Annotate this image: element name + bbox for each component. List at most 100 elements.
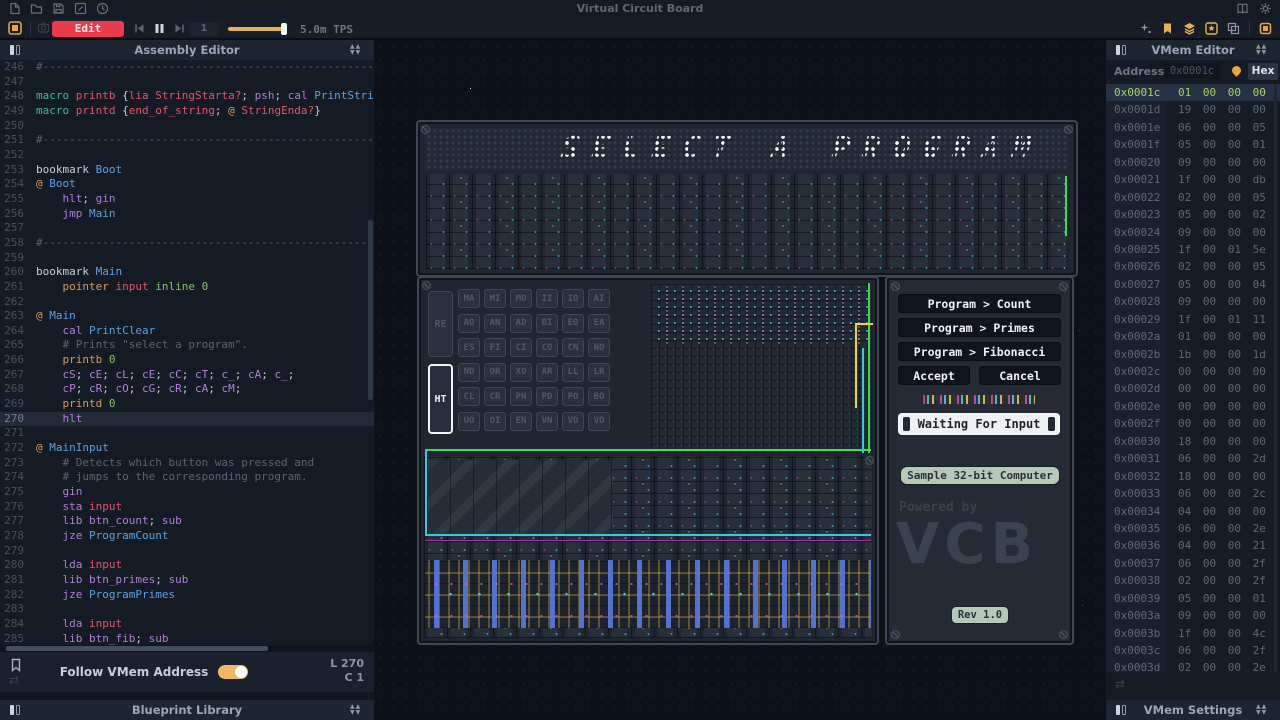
vmem-row[interactable]: 0x0002c00 00 00 00 bbox=[1106, 363, 1280, 380]
code-line[interactable]: 260bookmark Main bbox=[0, 265, 374, 280]
vmem-row[interactable]: 0x0003218 00 00 00 bbox=[1106, 468, 1280, 485]
cpu-board[interactable]: RE HT MAMIMOIIIOAIAOANADBIEOEAESFICICOCN… bbox=[417, 276, 879, 645]
code-line[interactable]: 259 bbox=[0, 251, 374, 266]
decoder-cell-po[interactable]: PO bbox=[562, 387, 584, 406]
blueprint-library-header[interactable]: Blueprint Library ▲▲▼▼ bbox=[0, 700, 374, 720]
decoder-cell-io[interactable]: IO bbox=[562, 289, 584, 308]
program-button-1[interactable]: Program > Count bbox=[898, 294, 1061, 313]
edit-file-icon[interactable] bbox=[74, 2, 87, 15]
decoder-cell-ii[interactable]: II bbox=[536, 289, 558, 308]
step-count-input[interactable]: 1 bbox=[190, 22, 218, 36]
code-line[interactable]: 275 gin bbox=[0, 485, 374, 500]
vmem-row[interactable]: 0x0003604 00 00 21 bbox=[1106, 537, 1280, 554]
vmem-row[interactable]: 0x0003506 00 00 2e bbox=[1106, 520, 1280, 537]
follow-vmem-toggle[interactable] bbox=[218, 665, 248, 679]
vmem-settings-header[interactable]: VMem Settings ▲▲▼▼ bbox=[1106, 700, 1280, 720]
favorites-icon[interactable] bbox=[1205, 22, 1218, 35]
decoder-cell-mi[interactable]: MI bbox=[484, 289, 506, 308]
vmem-row[interactable]: 0x0002602 00 00 05 bbox=[1106, 258, 1280, 275]
decoder-cell-vn[interactable]: VN bbox=[536, 412, 558, 431]
code-line[interactable]: 253bookmark Boot bbox=[0, 163, 374, 178]
ht-cell-active[interactable]: HT bbox=[428, 364, 453, 434]
decoder-cell-an[interactable]: AN bbox=[484, 314, 506, 333]
vmem-row[interactable]: 0x0003c06 00 00 2f bbox=[1106, 642, 1280, 659]
program-button-3[interactable]: Program > Fibonacci bbox=[898, 342, 1061, 361]
code-line[interactable]: 283 bbox=[0, 602, 374, 617]
pin-icon[interactable] bbox=[1230, 64, 1243, 77]
decoder-cell-ad[interactable]: AD bbox=[510, 314, 532, 333]
save-icon[interactable] bbox=[52, 2, 65, 15]
edit-mode-button[interactable]: Edit bbox=[52, 21, 124, 37]
hex-toggle-button[interactable]: Hex bbox=[1248, 63, 1278, 80]
resize-panel-icon[interactable]: ▲▲▼▼ bbox=[350, 704, 364, 716]
code-line[interactable]: 279 bbox=[0, 544, 374, 559]
vmem-row[interactable]: 0x0003404 00 00 00 bbox=[1106, 503, 1280, 520]
resize-panel-icon[interactable]: ▲▲▼▼ bbox=[350, 44, 364, 56]
code-line[interactable]: 278 jze ProgramCount bbox=[0, 529, 374, 544]
code-line[interactable]: 263@ Main bbox=[0, 309, 374, 324]
tps-slider[interactable] bbox=[228, 27, 286, 31]
code-line[interactable]: 251#------------------------------------… bbox=[0, 133, 374, 148]
color-swatch-icon[interactable] bbox=[1259, 22, 1272, 35]
code-line[interactable]: 262 bbox=[0, 295, 374, 310]
vmem-row[interactable]: 0x0002e00 00 00 00 bbox=[1106, 398, 1280, 415]
decoder-cell-es[interactable]: ES bbox=[458, 338, 480, 357]
code-line[interactable]: 271 bbox=[0, 426, 374, 441]
decoder-cell-ll[interactable]: LL bbox=[562, 363, 584, 382]
decoder-cell-cn[interactable]: CN bbox=[562, 338, 584, 357]
code-line[interactable]: 255 hlt; gin bbox=[0, 192, 374, 207]
code-line[interactable]: 264 cal PrintClear bbox=[0, 324, 374, 339]
code-line[interactable]: 285 lib btn_fib; sub bbox=[0, 632, 374, 646]
swap-arrows-icon[interactable]: ⇄ bbox=[1115, 678, 1125, 690]
address-input[interactable] bbox=[1164, 63, 1220, 79]
decoder-cell-eo[interactable]: EO bbox=[562, 314, 584, 333]
vmem-row[interactable]: 0x0003802 00 00 2f bbox=[1106, 572, 1280, 589]
code-line[interactable]: 269 printd 0 bbox=[0, 397, 374, 412]
vmem-row[interactable]: 0x0001e06 00 00 05 bbox=[1106, 119, 1280, 136]
step-back-icon[interactable] bbox=[133, 22, 146, 35]
vmem-scrollbar[interactable] bbox=[1274, 84, 1277, 672]
decoder-cell-cr[interactable]: CR bbox=[484, 387, 506, 406]
program-button-2[interactable]: Program > Primes bbox=[898, 318, 1061, 337]
decoder-cell-pn[interactable]: PN bbox=[510, 387, 532, 406]
code-line[interactable]: 272@ MainInput bbox=[0, 441, 374, 456]
new-file-icon[interactable] bbox=[8, 2, 21, 15]
decoder-cell-ci[interactable]: CI bbox=[510, 338, 532, 357]
vmem-row[interactable]: 0x000291f 00 01 11 bbox=[1106, 311, 1280, 328]
code-line[interactable]: 280 lda input bbox=[0, 558, 374, 573]
decoder-cell-cl[interactable]: CL bbox=[458, 387, 480, 406]
decoder-cell-ar[interactable]: AR bbox=[536, 363, 558, 382]
vmem-row[interactable]: 0x0003d02 00 00 2e bbox=[1106, 659, 1280, 672]
decoder-cell-ma[interactable]: MA bbox=[458, 289, 480, 308]
vcb-logo-icon[interactable] bbox=[8, 21, 22, 35]
code-line[interactable]: 282 jze ProgramPrimes bbox=[0, 588, 374, 603]
bookmarks-icon[interactable] bbox=[1161, 22, 1174, 35]
vmem-row[interactable]: 0x0003b1f 00 00 4c bbox=[1106, 625, 1280, 642]
code-line[interactable]: 250 bbox=[0, 119, 374, 134]
open-folder-icon[interactable] bbox=[30, 2, 43, 15]
vmem-row[interactable]: 0x0001f05 00 00 01 bbox=[1106, 136, 1280, 153]
vmem-row[interactable]: 0x0002305 00 00 02 bbox=[1106, 206, 1280, 223]
decoder-cell-en[interactable]: EN bbox=[510, 412, 532, 431]
decoder-cell-pd[interactable]: PD bbox=[536, 387, 558, 406]
decoder-cell-oi[interactable]: OI bbox=[484, 412, 506, 431]
book-icon[interactable] bbox=[1236, 2, 1249, 15]
code-vertical-scrollbar[interactable] bbox=[368, 220, 373, 400]
vmem-row[interactable]: 0x0002a01 00 00 00 bbox=[1106, 328, 1280, 345]
vmem-row[interactable]: 0x0001d19 00 00 00 bbox=[1106, 101, 1280, 118]
vmem-row[interactable]: 0x000251f 00 01 5e bbox=[1106, 241, 1280, 258]
display-board[interactable]: SELECT A PROGRAM bbox=[416, 120, 1078, 277]
vmem-row[interactable]: 0x0002409 00 00 00 bbox=[1106, 224, 1280, 241]
code-line[interactable]: 257 bbox=[0, 221, 374, 236]
code-line[interactable]: 268 cP; cR; cO; cG; cR; cA; cM; bbox=[0, 382, 374, 397]
decoder-cell-nd[interactable]: ND bbox=[458, 363, 480, 382]
vmem-row[interactable]: 0x0002d00 00 00 00 bbox=[1106, 380, 1280, 397]
decoder-cell-vd[interactable]: VD bbox=[562, 412, 584, 431]
history-icon[interactable] bbox=[96, 2, 109, 15]
vmem-row[interactable]: 0x0003018 00 00 00 bbox=[1106, 433, 1280, 450]
vmem-row[interactable]: 0x0003106 00 00 2d bbox=[1106, 450, 1280, 467]
code-line[interactable]: 258#------------------------------------… bbox=[0, 236, 374, 251]
code-line[interactable]: 277 lib btn_count; sub bbox=[0, 514, 374, 529]
decoder-cell-mo[interactable]: MO bbox=[510, 289, 532, 308]
accept-button[interactable]: Accept bbox=[898, 366, 970, 385]
